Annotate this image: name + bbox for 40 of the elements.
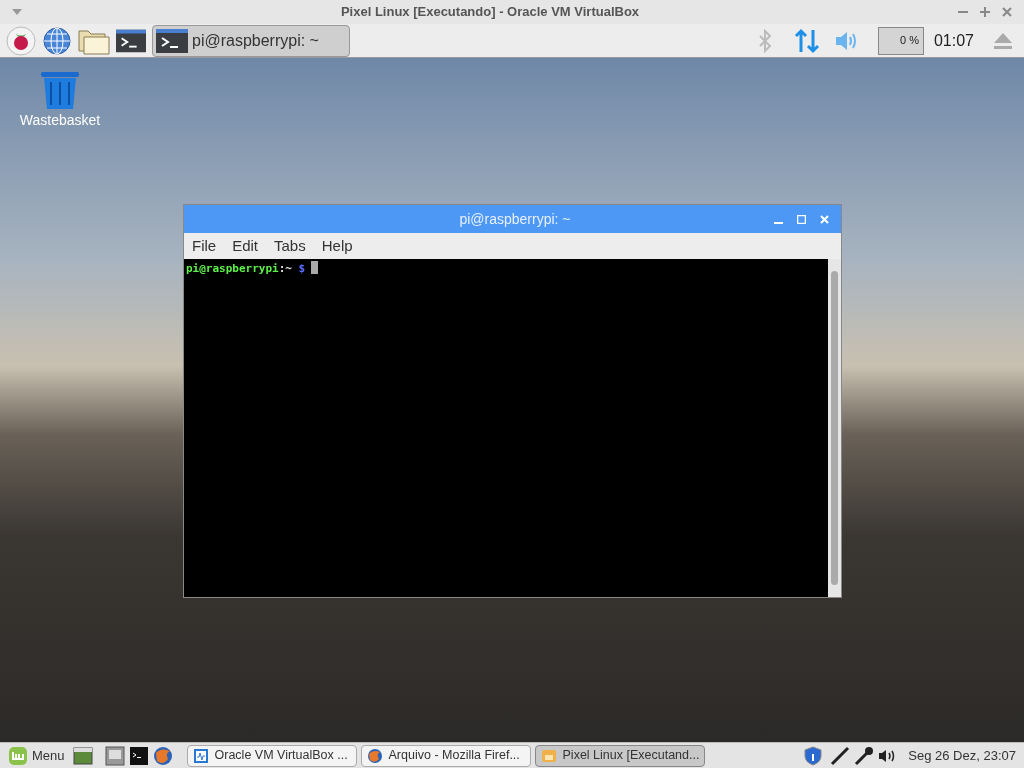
- terminal-icon[interactable]: [156, 28, 188, 53]
- taskbar-button[interactable]: pi@raspberrypi: ~: [152, 24, 350, 57]
- scrollbar[interactable]: [828, 259, 841, 597]
- monitor-icon: [192, 747, 209, 764]
- menu-button[interactable]: Menu: [4, 743, 69, 768]
- maximize-icon[interactable]: [797, 214, 806, 224]
- maximize-icon[interactable]: [980, 7, 990, 17]
- bluetooth-icon[interactable]: [757, 28, 772, 53]
- volume-icon[interactable]: [878, 747, 897, 764]
- terminal-icon[interactable]: [116, 28, 146, 53]
- close-icon[interactable]: [1002, 7, 1012, 17]
- taskbar-button[interactable]: Oracle VM VirtualBox ...: [186, 744, 357, 767]
- network-arrows-icon[interactable]: [793, 27, 820, 54]
- terminal-icon[interactable]: [128, 745, 149, 766]
- prompt-line: pi@raspberrypi:~ $: [186, 261, 306, 277]
- menu-item[interactable]: Edit: [232, 234, 259, 258]
- globe-icon[interactable]: [152, 745, 173, 766]
- cpu-monitor[interactable]: 0 %: [877, 26, 924, 55]
- cursor: [311, 261, 319, 274]
- shield-icon[interactable]: [804, 745, 823, 766]
- menu-item[interactable]: Help: [321, 234, 353, 258]
- dropdown-icon[interactable]: [12, 9, 22, 15]
- drive-icon[interactable]: [104, 745, 125, 766]
- window-icon[interactable]: [72, 745, 93, 766]
- taskbar-button[interactable]: Pixel Linux [Executand...: [534, 744, 705, 767]
- clock: Seg 26 Dez, 23:07: [908, 746, 1016, 765]
- mint-logo-icon: [8, 745, 28, 766]
- raspberry-icon[interactable]: [6, 25, 36, 56]
- taskbar-button[interactable]: Arquivo - Mozilla Firef...: [360, 744, 531, 767]
- menu-item[interactable]: Tabs: [274, 234, 306, 258]
- globe-icon[interactable]: [42, 25, 72, 56]
- globe-icon: [366, 747, 383, 764]
- window-title: Pixel Linux [Executando] - Oracle VM VirtualBox: [339, 3, 641, 22]
- box-icon: [540, 747, 557, 764]
- cpu-reading: 0 %: [900, 33, 919, 49]
- clock: 01:07: [933, 30, 974, 51]
- trash-can-icon[interactable]: [39, 70, 81, 110]
- menu-item[interactable]: File: [192, 234, 217, 258]
- terminal-title: pi@raspberrypi: ~: [458, 209, 572, 229]
- microphone-icon[interactable]: [854, 745, 875, 766]
